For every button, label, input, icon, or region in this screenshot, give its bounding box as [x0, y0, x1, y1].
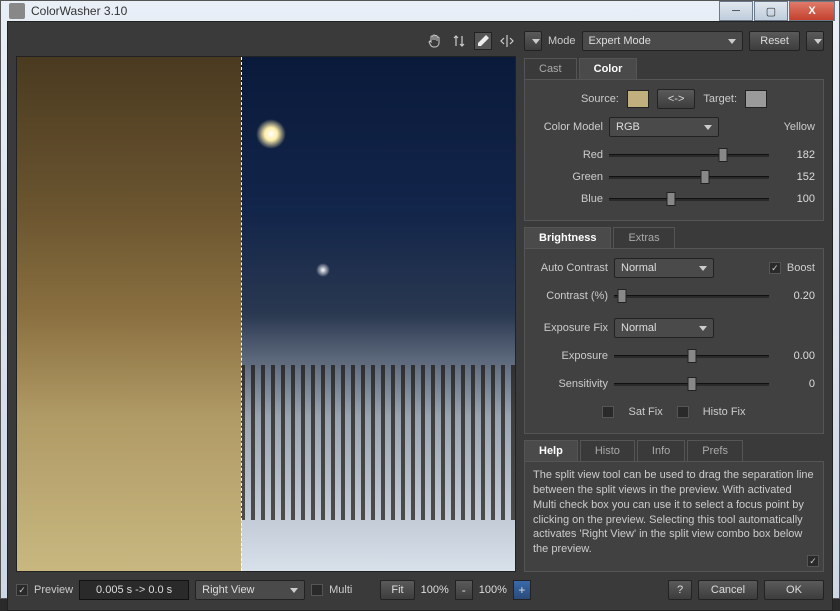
channel-label: Green	[533, 171, 603, 183]
histofix-label: Histo Fix	[703, 406, 746, 418]
color-model-label: Color Model	[533, 121, 603, 133]
preview-toolbar	[16, 30, 516, 52]
swap-colors-button[interactable]: <->	[657, 89, 696, 109]
hue-name: Yellow	[725, 121, 815, 133]
mode-select[interactable]: Expert Mode	[582, 31, 744, 51]
multi-checkbox[interactable]	[311, 584, 323, 596]
preview-before	[17, 57, 241, 571]
view-select[interactable]: Right View	[195, 580, 305, 600]
source-swatch[interactable]	[627, 90, 649, 108]
titlebar[interactable]: ColorWasher 3.10 ─ ▢ X	[1, 1, 839, 21]
contrast-slider[interactable]	[614, 288, 769, 304]
fit-button[interactable]: Fit	[380, 580, 414, 600]
color-panel: Source: <-> Target: Color Model RGB Yell…	[524, 80, 824, 221]
cancel-button[interactable]: Cancel	[698, 580, 758, 600]
channel-slider-blue[interactable]	[609, 191, 769, 207]
preview-checkbox[interactable]: ✓	[16, 584, 28, 596]
help-toggle-checkbox[interactable]: ✓	[807, 555, 819, 567]
sensitivity-slider[interactable]	[614, 376, 769, 392]
timing-display: 0.005 s -> 0.0 s	[79, 580, 189, 600]
tab-prefs[interactable]: Prefs	[687, 440, 743, 461]
swap-tool-icon[interactable]	[450, 32, 468, 50]
channel-label: Red	[533, 149, 603, 161]
channel-value: 100	[775, 193, 815, 205]
multi-label: Multi	[329, 584, 352, 596]
channel-slider-green[interactable]	[609, 169, 769, 185]
color-model-select[interactable]: RGB	[609, 117, 719, 137]
mode-label: Mode	[548, 35, 576, 47]
help-text: The split view tool can be used to drag …	[524, 462, 824, 572]
tab-help[interactable]: Help	[524, 440, 578, 461]
app-window: ColorWasher 3.10 ─ ▢ X	[0, 0, 840, 599]
target-swatch[interactable]	[745, 90, 767, 108]
help-button[interactable]: ?	[668, 580, 692, 600]
exposure-label: Exposure	[533, 350, 608, 362]
tab-info[interactable]: Info	[637, 440, 685, 461]
reset-button[interactable]: Reset	[749, 31, 800, 51]
satfix-checkbox[interactable]	[602, 406, 614, 418]
tab-brightness[interactable]: Brightness	[524, 227, 611, 248]
split-view-tool-icon[interactable]	[498, 32, 516, 50]
target-label: Target:	[703, 93, 737, 105]
split-handle[interactable]	[241, 57, 242, 571]
client-area: Mode Expert Mode Reset Cast Color Source…	[7, 21, 833, 611]
source-label: Source:	[581, 93, 619, 105]
zoom-before-value: 100%	[421, 584, 449, 596]
maximize-button[interactable]: ▢	[754, 1, 788, 21]
tab-extras[interactable]: Extras	[613, 227, 674, 248]
app-icon	[9, 3, 25, 19]
auto-contrast-label: Auto Contrast	[533, 262, 608, 274]
sensitivity-value: 0	[775, 378, 815, 390]
exposure-fix-label: Exposure Fix	[533, 322, 608, 334]
satfix-label: Sat Fix	[628, 406, 662, 418]
zoom-out-button[interactable]: -	[455, 580, 473, 600]
bottom-bar: ✓ Preview 0.005 s -> 0.0 s Right View Mu…	[16, 578, 824, 602]
close-button[interactable]: X	[789, 1, 835, 21]
ok-button[interactable]: OK	[764, 580, 824, 600]
image-preview[interactable]	[16, 56, 516, 572]
eyedropper-tool-icon[interactable]	[474, 32, 492, 50]
window-title: ColorWasher 3.10	[31, 4, 718, 18]
reset-dropdown-button[interactable]	[806, 31, 824, 51]
exposure-value: 0.00	[775, 350, 815, 362]
brightness-panel: Auto Contrast Normal ✓ Boost Contrast (%…	[524, 249, 824, 434]
hand-tool-icon[interactable]	[426, 32, 444, 50]
exposure-fix-select[interactable]: Normal	[614, 318, 714, 338]
preview-label: Preview	[34, 584, 73, 596]
boost-label: Boost	[787, 262, 815, 274]
channel-value: 152	[775, 171, 815, 183]
tab-cast[interactable]: Cast	[524, 58, 577, 79]
channel-label: Blue	[533, 193, 603, 205]
contrast-value: 0.20	[775, 290, 815, 302]
boost-checkbox[interactable]: ✓	[769, 262, 781, 274]
sensitivity-label: Sensitivity	[533, 378, 608, 390]
auto-contrast-select[interactable]: Normal	[614, 258, 714, 278]
histofix-checkbox[interactable]	[677, 406, 689, 418]
minimize-button[interactable]: ─	[719, 1, 753, 21]
exposure-slider[interactable]	[614, 348, 769, 364]
channel-slider-red[interactable]	[609, 147, 769, 163]
tab-color[interactable]: Color	[579, 58, 638, 79]
contrast-label: Contrast (%)	[533, 290, 608, 302]
channel-value: 182	[775, 149, 815, 161]
preset-dropdown-button[interactable]	[524, 31, 542, 51]
zoom-after-value: 100%	[479, 584, 507, 596]
tab-histo[interactable]: Histo	[580, 440, 635, 461]
zoom-in-button[interactable]: +	[513, 580, 531, 600]
